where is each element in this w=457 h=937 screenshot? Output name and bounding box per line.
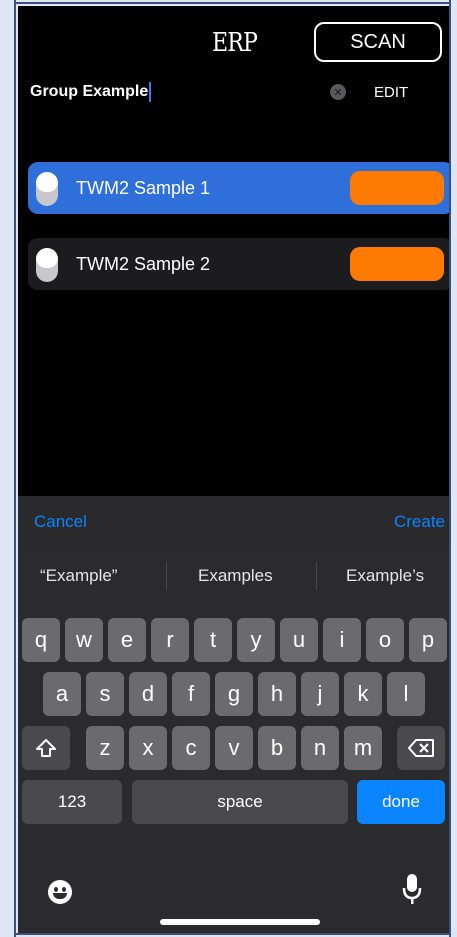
device-label: TWM2 Sample 2 [76, 254, 211, 274]
numbers-key[interactable]: 123 [22, 780, 122, 824]
device-toggle[interactable] [36, 172, 58, 206]
key-f[interactable]: f [172, 672, 210, 716]
key-i[interactable]: i [323, 618, 361, 662]
key-c[interactable]: c [172, 726, 210, 770]
device-toggle[interactable] [36, 248, 58, 282]
microphone-icon[interactable] [402, 872, 422, 908]
frame-left-border [0, 0, 16, 937]
delete-icon [408, 739, 434, 757]
delete-key[interactable] [397, 726, 445, 770]
key-s[interactable]: s [86, 672, 124, 716]
key-x[interactable]: x [129, 726, 167, 770]
frame-top-border [16, 0, 449, 4]
key-m[interactable]: m [344, 726, 382, 770]
suggestion-divider [316, 562, 317, 590]
key-g[interactable]: g [215, 672, 253, 716]
key-y[interactable]: y [237, 618, 275, 662]
screenshot-frame: ERP SCAN Group Example ✕ EDIT TWM2 Sampl… [0, 0, 457, 937]
shift-key[interactable] [22, 726, 70, 770]
device-row-sample-1[interactable]: TWM2 Sample 1 [28, 162, 449, 214]
app-logo: ERP [211, 28, 258, 58]
device-color-swatch[interactable] [350, 247, 444, 281]
frame-bottom-border [16, 933, 449, 937]
text-cursor [149, 82, 152, 102]
device-row-sample-2[interactable]: TWM2 Sample 2 [28, 238, 449, 290]
key-e[interactable]: e [108, 618, 146, 662]
key-z[interactable]: z [86, 726, 124, 770]
key-h[interactable]: h [258, 672, 296, 716]
key-a[interactable]: a [43, 672, 81, 716]
suggestion-bar: “Example” Examples Example’s [18, 548, 449, 604]
group-name-text: Group Example [30, 83, 149, 100]
key-p[interactable]: p [409, 618, 447, 662]
group-name-field[interactable]: Group Example [30, 80, 152, 104]
shift-icon [36, 739, 56, 757]
keyboard-toolbar: Cancel Create [18, 496, 449, 548]
cancel-button[interactable]: Cancel [34, 512, 87, 532]
suggestion-divider [166, 562, 167, 590]
emoji-icon[interactable] [48, 880, 72, 904]
on-screen-keyboard: “Example” Examples Example’s qwertyuiop a… [18, 548, 449, 933]
key-q[interactable]: q [22, 618, 60, 662]
device-color-swatch[interactable] [350, 171, 444, 205]
key-t[interactable]: t [194, 618, 232, 662]
device-label: TWM2 Sample 1 [76, 178, 211, 198]
create-button[interactable]: Create [394, 512, 445, 532]
frame-right-border [449, 0, 457, 937]
home-indicator[interactable] [160, 919, 320, 925]
key-b[interactable]: b [258, 726, 296, 770]
suggestion-item[interactable]: Example’s [346, 566, 424, 586]
phone-screen: ERP SCAN Group Example ✕ EDIT TWM2 Sampl… [18, 6, 449, 933]
suggestion-item[interactable]: Examples [198, 566, 273, 586]
clear-text-icon[interactable]: ✕ [330, 84, 346, 100]
key-o[interactable]: o [366, 618, 404, 662]
scan-button[interactable]: SCAN [314, 22, 442, 62]
key-k[interactable]: k [344, 672, 382, 716]
key-r[interactable]: r [151, 618, 189, 662]
key-j[interactable]: j [301, 672, 339, 716]
key-l[interactable]: l [387, 672, 425, 716]
space-key[interactable]: space [132, 780, 348, 824]
suggestion-item[interactable]: “Example” [40, 566, 117, 586]
key-u[interactable]: u [280, 618, 318, 662]
key-w[interactable]: w [65, 618, 103, 662]
edit-button[interactable]: EDIT [374, 84, 408, 101]
key-n[interactable]: n [301, 726, 339, 770]
key-v[interactable]: v [215, 726, 253, 770]
key-d[interactable]: d [129, 672, 167, 716]
done-key[interactable]: done [357, 780, 445, 824]
